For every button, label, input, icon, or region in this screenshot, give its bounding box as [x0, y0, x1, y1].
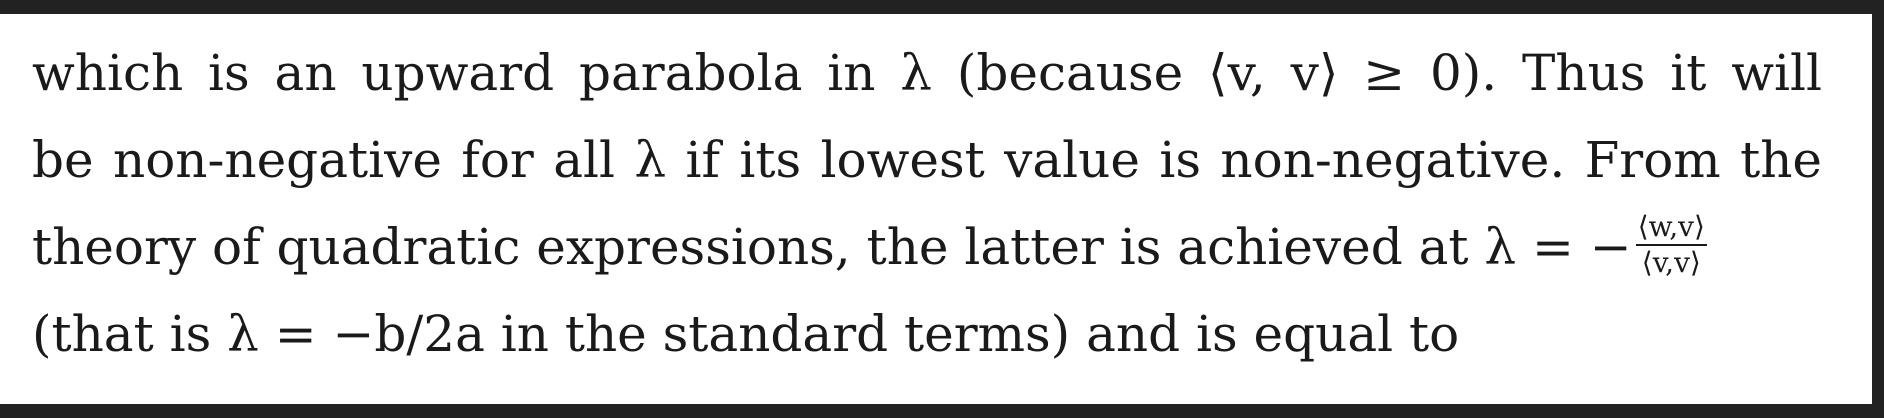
fraction-w-v-over-v-v: ⟨w,v⟩ ⟨v,v⟩ [1635, 212, 1707, 279]
text-line-4: (that is λ = −b/2a in the standard terms… [32, 305, 1460, 363]
text-line-3: theory of quadratic expressions, the lat… [32, 212, 1822, 284]
fraction-numerator: ⟨w,v⟩ [1635, 212, 1707, 246]
text-line-3-main: theory of quadratic expressions, the lat… [32, 218, 1632, 276]
text-line-2: be non-negative for all λ if its lowest … [32, 131, 1822, 189]
text-line-1: which is an upward parabola in λ (becaus… [32, 44, 1822, 102]
document-page: which is an upward parabola in λ (becaus… [0, 14, 1872, 404]
fraction-denominator: ⟨v,v⟩ [1641, 246, 1701, 279]
